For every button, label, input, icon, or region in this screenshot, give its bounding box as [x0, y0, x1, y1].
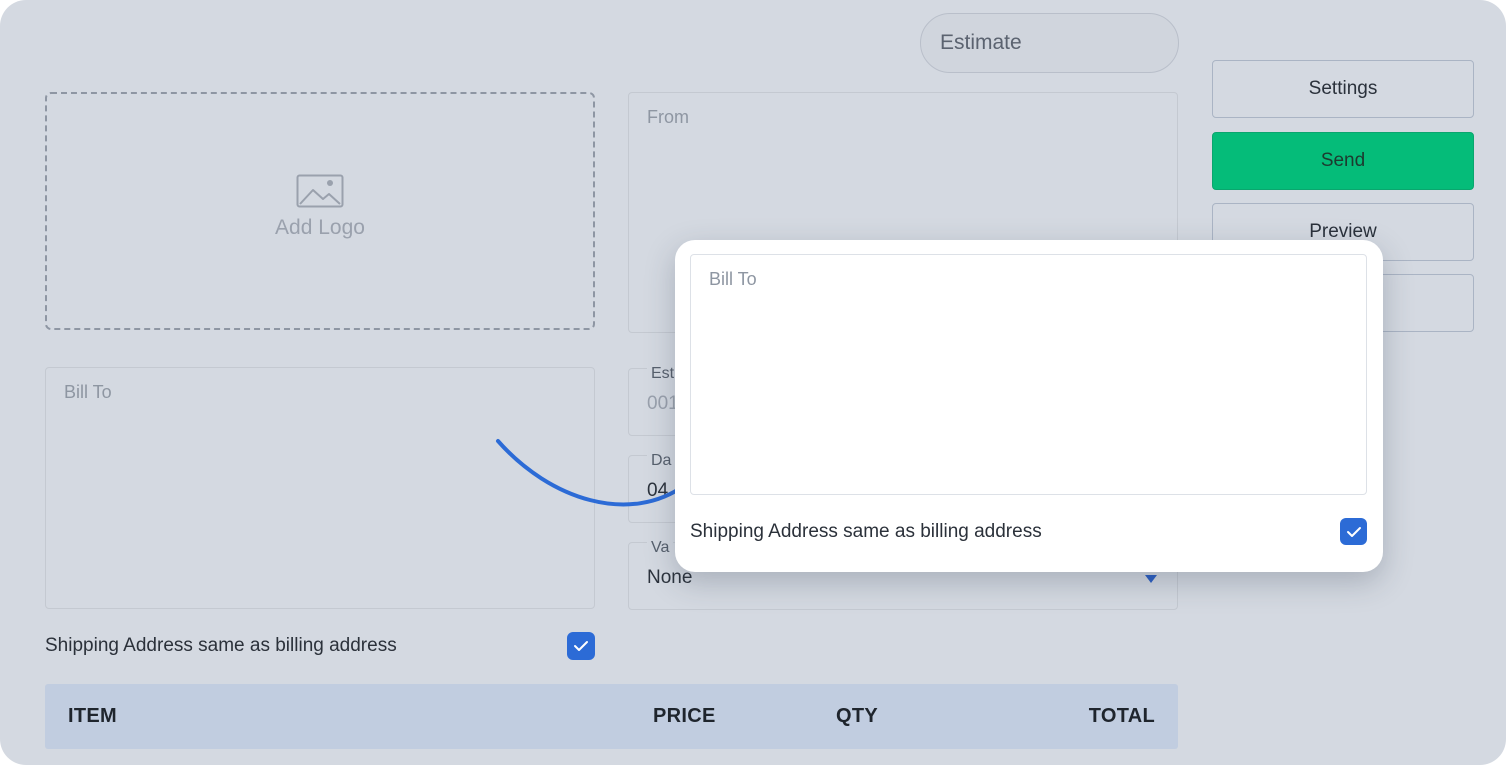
check-icon [1346, 526, 1361, 537]
zoom-shipping-label: Shipping Address same as billing address [690, 521, 1042, 542]
column-price: PRICE [653, 705, 716, 727]
add-logo-dropzone[interactable]: Add Logo [45, 92, 595, 330]
zoom-bill-to-placeholder: Bill To [709, 269, 757, 289]
zoom-shipping-checkbox[interactable] [1340, 518, 1367, 545]
send-button[interactable]: Send [1212, 132, 1474, 190]
shipping-same-row: Shipping Address same as billing address [45, 632, 595, 660]
valid-until-label: Va [647, 539, 674, 557]
invoice-editor: Estimate Add Logo From Bill To Est 001 D… [0, 0, 1506, 765]
column-total: TOTAL [1088, 705, 1155, 727]
check-icon [574, 641, 588, 651]
column-qty: QTY [836, 705, 879, 727]
settings-button[interactable]: Settings [1212, 60, 1474, 118]
shipping-same-checkbox[interactable] [567, 632, 595, 660]
document-type-field[interactable]: Estimate [920, 13, 1179, 73]
items-table-header: ITEM PRICE QTY TOTAL [45, 684, 1178, 749]
zoom-shipping-row: Shipping Address same as billing address [690, 518, 1367, 546]
add-logo-label: Add Logo [275, 216, 365, 239]
valid-until-value: None [647, 567, 693, 588]
chevron-down-icon [1145, 575, 1157, 583]
from-placeholder: From [647, 107, 689, 127]
column-item: ITEM [68, 705, 117, 727]
shipping-same-label: Shipping Address same as billing address [45, 635, 397, 656]
estimate-number-label: Est [647, 365, 679, 383]
bill-to-placeholder: Bill To [64, 382, 112, 402]
image-icon [296, 174, 344, 208]
zoom-callout: Bill To Shipping Address same as billing… [675, 240, 1383, 572]
zoom-bill-to-field[interactable]: Bill To [690, 254, 1367, 495]
